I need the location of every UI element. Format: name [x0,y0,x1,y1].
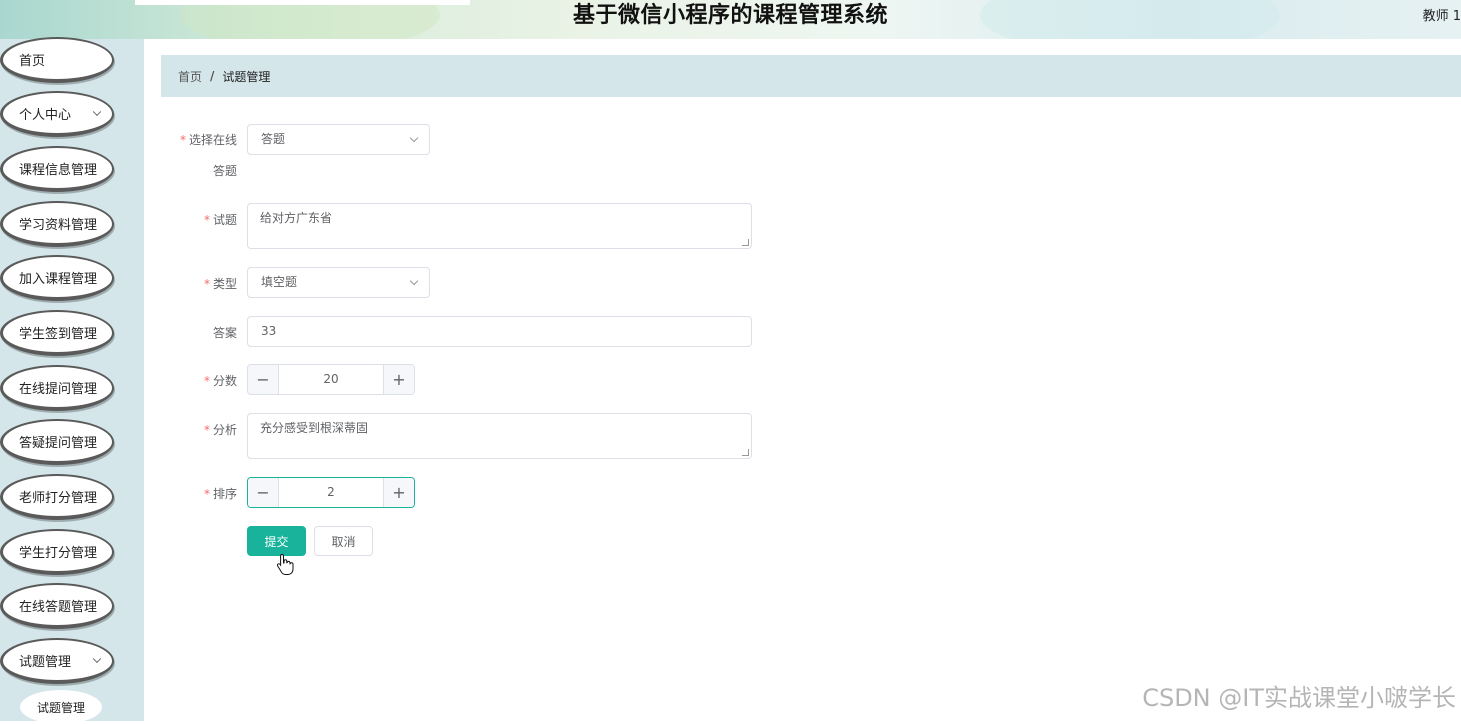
breadcrumb-separator: / [210,69,215,83]
chevron-down-icon [409,133,419,143]
order-stepper[interactable]: − 2 + [247,477,415,508]
plus-icon[interactable]: + [383,478,414,507]
answer-input-value: 33 [261,324,277,338]
sidebar-item-join-course[interactable]: 加入课程管理 [0,255,114,301]
chevron-down-icon [92,107,102,117]
sidebar-item-student-scoring[interactable]: 学生打分管理 [0,529,114,575]
sidebar-item-label: 个人中心 [19,107,72,123]
chevron-down-icon [409,276,419,286]
answer-input[interactable]: 33 [247,316,752,347]
resize-handle-icon[interactable] [742,449,749,456]
sidebar-subitem-question-management[interactable]: 试题管理 [20,690,102,724]
app-header: 基于微信小程序的课程管理系统 教师 1 [0,0,1461,39]
question-textarea-value: 给对方广东省 [260,211,333,225]
breadcrumb-home[interactable]: 首页 [178,68,202,85]
sidebar-item-label: 学生打分管理 [19,545,98,561]
analysis-label-text: 分析 [212,423,237,437]
chevron-down-icon [92,654,102,664]
sidebar-item-label: 学生签到管理 [19,326,98,342]
required-mark: * [203,277,210,291]
required-mark: * [203,213,210,227]
sidebar-item-home[interactable]: 首页 [0,37,114,83]
exam-label: * 选择在线 [170,131,237,148]
sidebar-item-label: 课程信息管理 [19,162,98,178]
type-label: * 类型 [170,275,237,292]
exam-label-line2: 答题 [212,164,237,178]
sidebar-item-online-exam[interactable]: 在线答题管理 [0,583,114,629]
breadcrumb: 首页 / 试题管理 [161,55,1461,97]
exam-label-text: 选择在线 [188,133,237,147]
cancel-button[interactable]: 取消 [314,526,373,556]
question-textarea[interactable]: 给对方广东省 [247,203,752,249]
resize-handle-icon[interactable] [742,239,749,246]
required-mark: * [203,423,210,437]
score-stepper[interactable]: − 20 + [247,364,415,395]
sidebar-item-study-materials[interactable]: 学习资料管理 [0,201,114,247]
sidebar-item-question-management[interactable]: 试题管理 [0,638,114,684]
sidebar-item-teacher-scoring[interactable]: 老师打分管理 [0,474,114,520]
sidebar-item-label: 在线答题管理 [19,599,98,615]
sidebar-item-label: 答疑提问管理 [19,435,98,451]
plus-icon[interactable]: + [383,365,414,394]
type-select[interactable]: 填空题 [247,267,430,298]
required-mark: * [203,487,210,501]
analysis-textarea[interactable]: 充分感受到根深蒂固 [247,413,752,459]
sidebar-item-online-questions[interactable]: 在线提问管理 [0,365,114,411]
exam-select-value: 答题 [261,132,286,146]
sidebar-item-label: 首页 [19,53,46,69]
order-value[interactable]: 2 [279,478,383,507]
required-mark: * [203,374,210,388]
sidebar-item-course-info[interactable]: 课程信息管理 [0,146,114,192]
type-select-value: 填空题 [261,275,298,289]
question-label: * 试题 [170,211,237,228]
exam-select[interactable]: 答题 [247,124,430,155]
breadcrumb-current: 试题管理 [222,69,271,84]
minus-icon[interactable]: − [248,478,279,507]
page-title: 基于微信小程序的课程管理系统 [572,3,888,28]
order-label: * 排序 [170,485,237,502]
sidebar-item-student-checkin[interactable]: 学生签到管理 [0,310,114,356]
analysis-textarea-value: 充分感受到根深蒂固 [260,421,369,435]
score-label: * 分数 [170,372,237,389]
sidebar-item-personal-center[interactable]: 个人中心 [0,91,114,137]
submit-button[interactable]: 提交 [247,526,306,556]
sidebar-item-qa-questions[interactable]: 答疑提问管理 [0,419,114,465]
score-label-text: 分数 [212,374,237,388]
question-label-text: 试题 [212,213,237,227]
analysis-label: * 分析 [170,421,237,438]
sidebar-item-label: 老师打分管理 [19,490,98,506]
order-label-text: 排序 [212,487,237,501]
sidebar-item-label: 学习资料管理 [19,217,98,233]
watermark-text: CSDN @IT实战课堂小啵学长 [1142,684,1456,712]
minus-icon[interactable]: − [248,365,279,394]
type-label-text: 类型 [212,277,237,291]
user-label[interactable]: 教师 1 [1423,5,1461,24]
sidebar-item-label: 加入课程管理 [19,271,98,287]
sidebar-item-label: 在线提问管理 [19,381,98,397]
sidebar-item-label: 试题管理 [19,654,72,670]
required-mark: * [179,133,186,147]
answer-label: 答案 [212,326,237,340]
hand-cursor-icon [276,553,294,575]
score-value[interactable]: 20 [279,365,383,394]
